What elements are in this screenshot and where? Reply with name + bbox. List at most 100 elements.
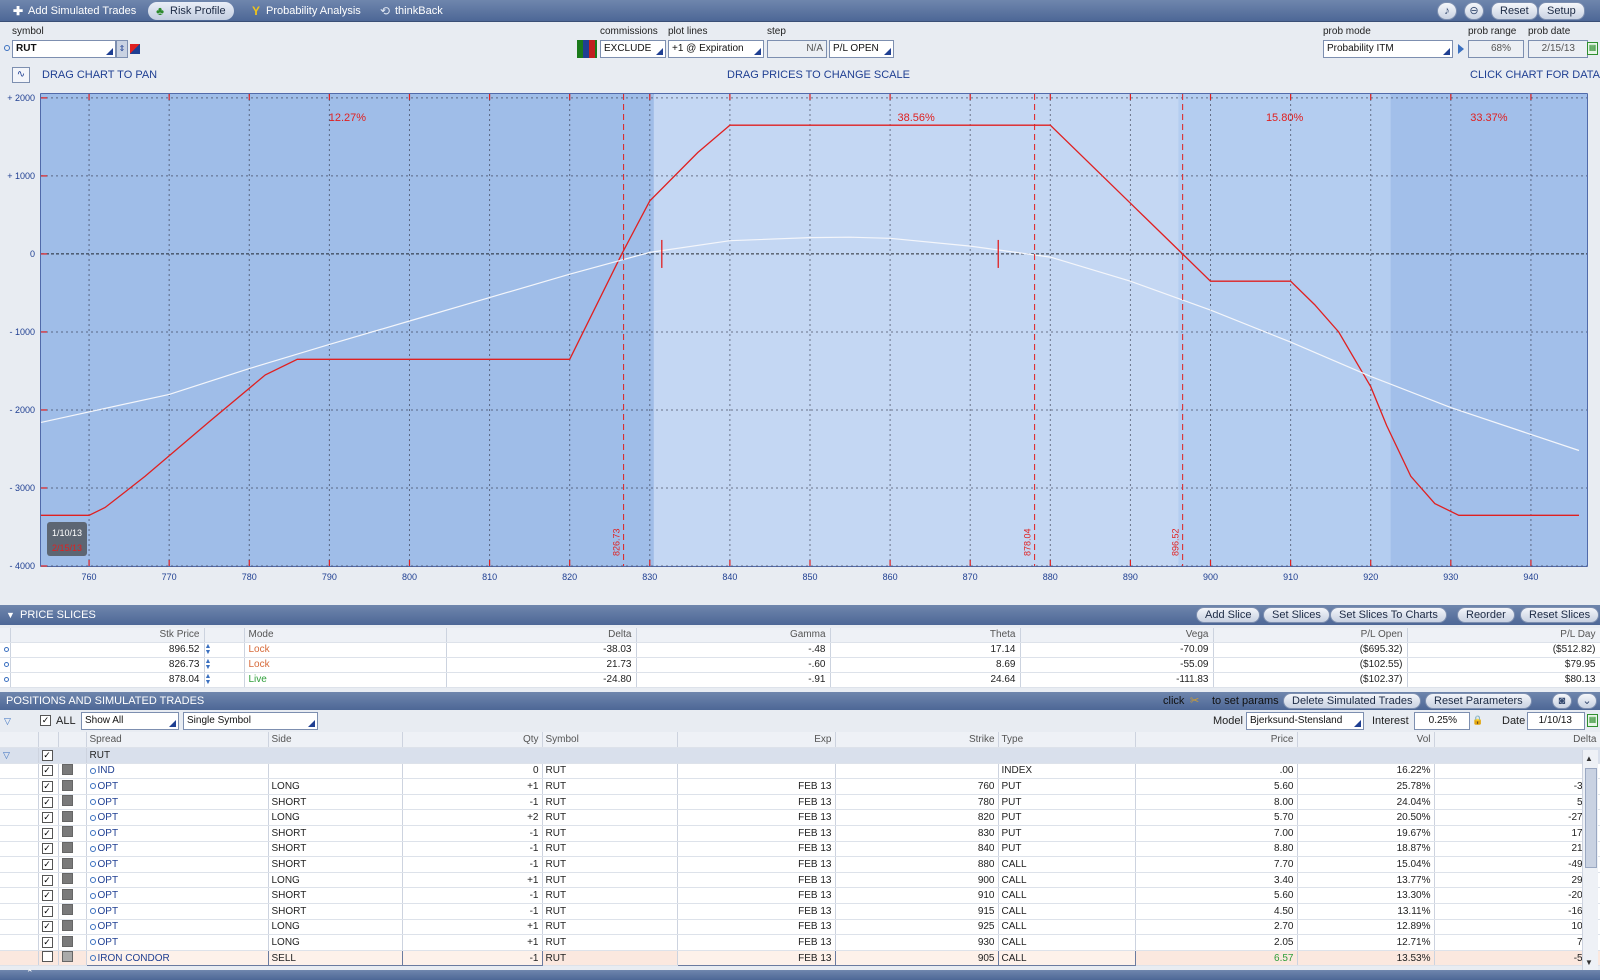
spread-cell[interactable]: OPT — [86, 903, 269, 920]
price-slice-row[interactable]: 826.73 ▲ ▼ Lock 21.73 -.60 8.69 -55.09 ($102.55)… — [0, 657, 1600, 673]
positions-scrollbar[interactable]: ▲ ▼ — [1582, 750, 1598, 980]
commissions-grid-icon[interactable] — [577, 40, 597, 58]
position-row[interactable]: ✓ OPT LONG+1RUTFEB 13760PUT5.6025.78%-3.38 — [0, 778, 1600, 795]
chart-svg[interactable]: 12.27% 38.56% 15.80% 33.37% 760 770 780 790 800 8… — [0, 90, 1600, 590]
sim-color-cell[interactable] — [58, 950, 87, 967]
row-color-swatch[interactable] — [61, 919, 73, 931]
row-color-cell[interactable] — [58, 809, 87, 827]
row-color-cell[interactable] — [58, 794, 87, 811]
reset-button[interactable]: Reset — [1491, 2, 1538, 20]
prob-date-input[interactable]: 2/15/13 — [1528, 40, 1588, 58]
row-checkbox[interactable]: ✓ — [41, 765, 53, 777]
reset-slices-button[interactable]: Reset Slices — [1520, 607, 1600, 623]
price-slice-row[interactable]: 878.04 ▲ ▼ Live -24.80 -.91 24.64 -111.83 ($102.… — [0, 672, 1600, 688]
spread-link-icon[interactable] — [89, 830, 96, 837]
spread-cell[interactable]: OPT — [86, 794, 269, 811]
model-select[interactable]: Bjerksund-Stensland — [1246, 712, 1364, 730]
row-checkbox-cell[interactable]: ✓ — [38, 934, 59, 951]
prob-mode-select[interactable]: Probability ITM — [1323, 40, 1453, 58]
position-row[interactable]: ✓ OPT LONG+2RUTFEB 13820PUT5.7020.50%-27.1… — [0, 809, 1600, 827]
row-checkbox[interactable]: ✓ — [41, 874, 53, 886]
row-color-swatch[interactable] — [61, 857, 73, 869]
sim-cell[interactable]: RUT — [542, 950, 678, 967]
row-color-swatch[interactable] — [61, 795, 73, 807]
spread-link-icon[interactable] — [89, 767, 96, 774]
scroll-up-icon[interactable]: ▲ — [1585, 754, 1593, 763]
slice-stepper-icon[interactable]: ▲ ▼ — [204, 672, 245, 688]
spread-cell[interactable]: OPT — [86, 856, 269, 873]
pl-mode-select[interactable]: P/L OPEN — [829, 40, 894, 58]
chart-settings-icon[interactable]: ∿ — [12, 67, 30, 83]
row-color-swatch[interactable] — [61, 935, 73, 947]
spread-link-icon[interactable] — [89, 799, 96, 806]
reorder-button[interactable]: Reorder — [1457, 607, 1515, 623]
spread-cell[interactable]: OPT — [86, 887, 269, 905]
row-color-cell[interactable] — [58, 841, 87, 858]
sim-cell[interactable]: 905 — [834, 949, 999, 967]
sim-spread-select[interactable]: IRON CONDOR — [85, 949, 269, 967]
calendar-icon[interactable]: ▦ — [1587, 42, 1598, 55]
row-checkbox[interactable]: ✓ — [41, 781, 53, 793]
row-checkbox[interactable]: ✓ — [41, 859, 53, 871]
position-row[interactable]: ✓ OPT SHORT-1RUTFEB 13915CALL4.5013.11%-16… — [0, 903, 1600, 920]
row-color-swatch[interactable] — [61, 810, 73, 822]
sim-cell[interactable]: CALL — [997, 949, 1136, 967]
row-checkbox-cell[interactable]: ✓ — [38, 825, 59, 842]
all-checkbox[interactable]: ✓ — [40, 715, 51, 726]
commissions-select[interactable]: EXCLUDE — [600, 40, 666, 58]
step-input[interactable]: N/A — [767, 40, 827, 58]
spread-cell[interactable]: OPT — [86, 778, 269, 795]
tab-risk-profile[interactable]: ♣ Risk Profile — [148, 2, 234, 20]
row-checkbox-cell[interactable]: ✓ — [38, 903, 59, 920]
set-slices-button[interactable]: Set Slices — [1263, 607, 1330, 623]
row-color-swatch[interactable] — [61, 763, 73, 775]
expand-icon[interactable]: ⌄ — [1577, 693, 1597, 709]
spread-link-icon[interactable] — [89, 845, 96, 852]
plot-lines-select[interactable]: +1 @ Expiration — [668, 40, 764, 58]
row-checkbox-cell[interactable]: ✓ — [38, 919, 59, 936]
slice-stk-price[interactable]: 878.04 — [10, 672, 205, 688]
row-color-swatch[interactable] — [61, 841, 73, 853]
row-color-swatch[interactable] — [61, 873, 73, 885]
slice-stk-price[interactable]: 896.52 — [10, 642, 205, 658]
position-row[interactable]: ✓ OPT SHORT-1RUTFEB 13880CALL7.7015.04%-49… — [0, 856, 1600, 873]
spread-link-icon[interactable] — [89, 892, 96, 899]
slice-link-icon[interactable] — [0, 672, 11, 688]
symbol-input[interactable]: RUT — [12, 40, 116, 58]
set-slices-to-charts-button[interactable]: Set Slices To Charts — [1330, 607, 1447, 623]
setup-button[interactable]: Setup — [1538, 2, 1585, 20]
add-slice-button[interactable]: Add Slice — [1196, 607, 1261, 623]
spread-link-icon[interactable] — [89, 923, 96, 930]
group-checkbox-cell[interactable]: ✓ — [38, 747, 87, 764]
slice-link-icon[interactable] — [0, 642, 11, 658]
sim-cell[interactable]: -1 — [401, 949, 543, 967]
position-row[interactable]: ✓ OPT SHORT-1RUTFEB 13840PUT8.8018.87%21.7… — [0, 841, 1600, 858]
row-checkbox[interactable]: ✓ — [41, 890, 53, 902]
row-color-cell[interactable] — [58, 887, 87, 905]
spread-cell[interactable]: IND — [86, 763, 269, 780]
sim-color-swatch[interactable] — [61, 951, 73, 963]
date-input[interactable]: 1/10/13 — [1527, 712, 1585, 730]
row-color-cell[interactable] — [58, 872, 87, 889]
row-color-cell[interactable] — [58, 825, 87, 842]
row-color-cell[interactable] — [58, 934, 87, 951]
bell-icon[interactable]: ♪ — [1437, 2, 1457, 20]
collapse-icon[interactable]: ▼ — [6, 605, 15, 625]
slice-mode[interactable]: Lock — [244, 657, 447, 673]
position-row[interactable]: ✓IND0RUTINDEX.0016.22%.00 — [0, 763, 1600, 780]
spread-link-icon[interactable] — [89, 908, 96, 915]
row-checkbox-cell[interactable]: ✓ — [38, 856, 59, 873]
camera-icon[interactable]: ◙ — [1552, 693, 1572, 709]
lock-icon[interactable]: 🔒 — [1472, 715, 1483, 726]
position-row[interactable]: ✓ OPT SHORT-1RUTFEB 13830PUT7.0019.67%17.2… — [0, 825, 1600, 842]
minus-icon[interactable]: ⊖ — [1464, 2, 1484, 20]
slice-stepper-icon[interactable]: ▲ ▼ — [204, 657, 245, 673]
price-slice-row[interactable]: 896.52 ▲ ▼ Lock -38.03 -.48 17.14 -70.09 ($695.3… — [0, 642, 1600, 658]
sim-price[interactable]: 6.57 — [1135, 950, 1298, 967]
row-color-cell[interactable] — [58, 763, 87, 780]
single-symbol-select[interactable]: Single Symbol — [183, 712, 318, 730]
prob-range-input[interactable]: 68% — [1468, 40, 1524, 58]
row-checkbox[interactable]: ✓ — [41, 921, 53, 933]
show-all-select[interactable]: Show All — [81, 712, 179, 730]
row-color-swatch[interactable] — [61, 904, 73, 916]
